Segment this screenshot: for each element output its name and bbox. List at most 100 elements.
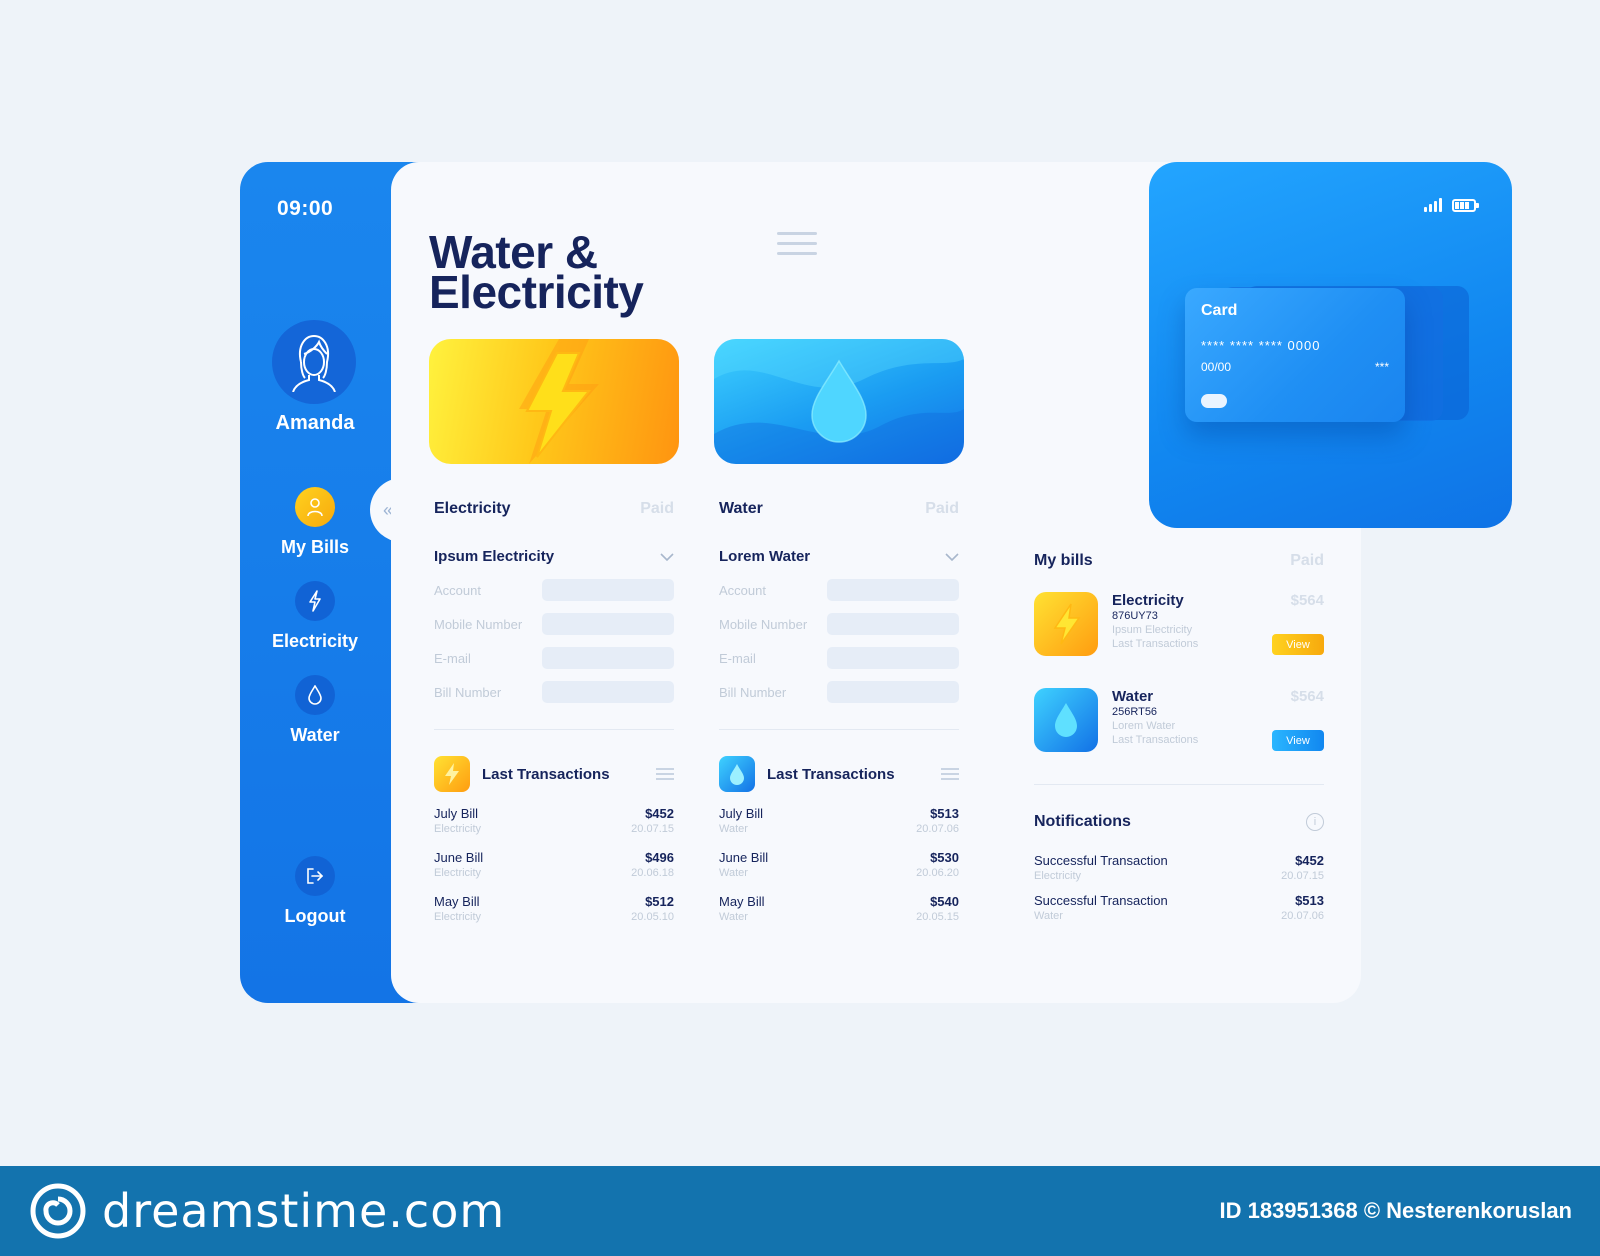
watermark-bar: dreamstime.com ID 183951368 © Nesterenko… — [0, 1166, 1600, 1256]
bill-provider: Lorem Water — [1112, 720, 1176, 732]
card-label: Card — [1201, 302, 1238, 319]
notification-date: 20.07.15 — [1281, 870, 1324, 882]
transaction-category: Water — [719, 911, 748, 923]
transaction-category: Electricity — [434, 867, 482, 879]
transactions-title: Last Transactions — [767, 765, 895, 783]
water-banner — [714, 339, 964, 464]
status-badge: Paid — [1290, 552, 1324, 569]
lightning-icon — [1034, 592, 1098, 656]
transaction-amount: $513 — [930, 806, 959, 821]
account-input[interactable] — [542, 579, 674, 601]
water-drop-icon — [295, 675, 335, 715]
card-chip-icon — [1201, 394, 1227, 408]
lightning-icon — [295, 581, 335, 621]
transactions-list: July Bill Water $513 20.07.06 June Bill Wat… — [714, 806, 964, 938]
bill-item-electricity: Electricity 876UY73 Ipsum Electricity La… — [1034, 592, 1324, 656]
bill-id: 876UY73 — [1112, 610, 1158, 622]
section-title: Electricity — [434, 500, 511, 517]
view-electricity-button[interactable]: View — [1272, 634, 1324, 655]
transaction-name: May Bill — [719, 894, 765, 909]
menu-icon[interactable] — [777, 232, 817, 255]
page-title-line-2: Electricity — [429, 266, 644, 318]
transactions-list: July Bill Electricity $452 20.07.15 June B… — [429, 806, 679, 938]
transaction-date: 20.05.10 — [631, 911, 674, 923]
transaction-date: 20.05.15 — [916, 911, 959, 923]
list-item[interactable]: May Bill Water $540 20.05.15 — [719, 894, 959, 938]
email-label: E-mail — [434, 650, 471, 666]
bill-subtitle: Last Transactions — [1112, 734, 1199, 746]
sidebar-item-label: Electricity — [271, 631, 359, 651]
water-drop-icon — [1034, 688, 1098, 752]
bill-number-label: Bill Number — [434, 684, 502, 700]
app-window: 09:00 Amanda My Bills Electricity Water … — [240, 162, 1512, 1003]
card-number: **** **** **** 0000 — [1201, 338, 1321, 353]
info-icon[interactable]: i — [1306, 813, 1324, 831]
account-input[interactable] — [827, 579, 959, 601]
water-drop-icon — [714, 339, 964, 464]
logout-button[interactable]: Logout — [240, 856, 390, 927]
transaction-date: 20.06.18 — [631, 867, 674, 879]
list-item[interactable]: July Bill Electricity $452 20.07.15 — [434, 806, 674, 850]
status-badge: Paid — [925, 500, 959, 517]
transaction-name: July Bill — [719, 806, 764, 821]
email-input[interactable] — [827, 647, 959, 669]
user-name: Amanda — [275, 412, 355, 434]
transaction-date: 20.07.06 — [916, 823, 959, 835]
transaction-name: June Bill — [719, 850, 769, 865]
notification-category: Electricity — [1034, 870, 1082, 882]
chevron-down-icon — [945, 550, 959, 564]
transaction-amount: $452 — [645, 806, 674, 821]
electricity-banner — [429, 339, 679, 464]
notification-category: Water — [1034, 910, 1063, 922]
transaction-name: July Bill — [434, 806, 479, 821]
bill-title: Water — [1112, 688, 1154, 705]
bill-number-input[interactable] — [542, 681, 674, 703]
user-avatar-icon — [292, 334, 336, 392]
mobile-number-label: Mobile Number — [434, 616, 523, 632]
notification-amount: $452 — [1295, 853, 1324, 868]
notification-amount: $513 — [1295, 893, 1324, 908]
section-title: My bills — [1034, 552, 1093, 569]
divider — [719, 729, 959, 730]
bill-amount: $564 — [1290, 688, 1324, 705]
lightning-icon — [434, 756, 470, 792]
sidebar-item-my-bills[interactable]: My Bills — [240, 487, 390, 558]
sidebar-item-electricity[interactable]: Electricity — [240, 581, 390, 652]
menu-icon[interactable] — [941, 768, 959, 780]
bill-amount: $564 — [1290, 592, 1324, 609]
credit-card[interactable]: Card **** **** **** 0000 00/00 *** — [1185, 288, 1405, 422]
logout-label: Logout — [284, 906, 346, 926]
card-expiry: 00/00 — [1201, 360, 1232, 374]
list-item[interactable]: June Bill Water $530 20.06.20 — [719, 850, 959, 894]
list-item[interactable]: July Bill Water $513 20.07.06 — [719, 806, 959, 850]
transaction-amount: $496 — [645, 850, 674, 865]
sidebar-item-label: Water — [290, 725, 340, 745]
avatar[interactable] — [272, 320, 356, 404]
list-item[interactable]: Successful Transaction Electricity $452 20… — [1034, 853, 1324, 893]
transaction-name: June Bill — [434, 850, 484, 865]
list-item[interactable]: May Bill Electricity $512 20.05.10 — [434, 894, 674, 938]
provider-select[interactable]: Lorem Water — [714, 548, 964, 565]
brand-name: dreamstime.com — [102, 1184, 506, 1238]
notification-name: Successful Transaction — [1034, 853, 1168, 868]
list-item[interactable]: Successful Transaction Water $513 20.07.06 — [1034, 893, 1324, 933]
mobile-number-input[interactable] — [542, 613, 674, 635]
view-water-button[interactable]: View — [1272, 730, 1324, 751]
electricity-section: Electricity Paid Ipsum Electricity Accou… — [429, 339, 679, 938]
sidebar-item-water[interactable]: Water — [240, 675, 390, 746]
menu-icon[interactable] — [656, 768, 674, 780]
provider-select[interactable]: Ipsum Electricity — [429, 548, 679, 565]
brand-logo: dreamstime.com — [28, 1181, 505, 1241]
list-item[interactable]: June Bill Electricity $496 20.06.18 — [434, 850, 674, 894]
my-bills-section: My bills Paid Electricity 876UY73 Ipsum … — [1034, 552, 1324, 933]
divider — [434, 729, 674, 730]
bill-number-input[interactable] — [827, 681, 959, 703]
bill-provider: Ipsum Electricity — [1112, 624, 1193, 636]
transaction-amount: $530 — [930, 850, 959, 865]
transaction-date: 20.07.15 — [631, 823, 674, 835]
notification-date: 20.07.06 — [1281, 910, 1324, 922]
card-panel: Card **** **** **** 0000 00/00 *** — [1149, 162, 1512, 528]
mobile-number-input[interactable] — [827, 613, 959, 635]
bill-number-label: Bill Number — [719, 684, 787, 700]
email-input[interactable] — [542, 647, 674, 669]
